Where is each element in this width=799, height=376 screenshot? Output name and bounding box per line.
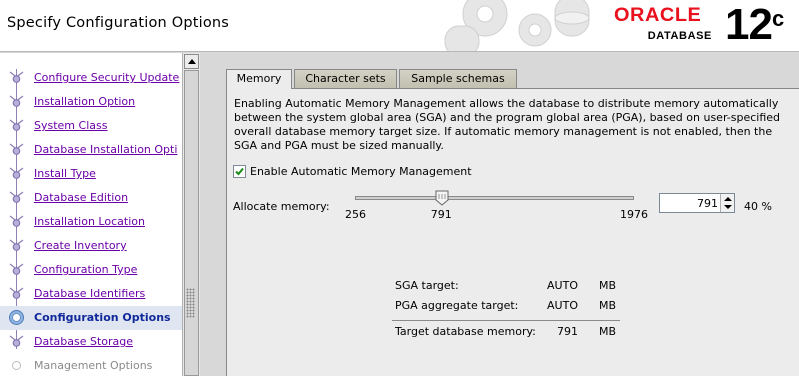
sidebar-item-label: Configuration Options (34, 311, 171, 324)
tab-sample-schemas[interactable]: Sample schemas (399, 69, 517, 88)
sidebar-item[interactable]: Database Identifiers (0, 282, 182, 306)
sga-label: SGA target: (395, 279, 459, 292)
slider-value-label: 791 (430, 208, 452, 221)
sidebar-item: Management Options (0, 354, 182, 376)
sidebar-item[interactable]: Configuration Options (0, 306, 182, 330)
pga-label: PGA aggregate target: (395, 299, 519, 312)
slider-max-label: 1976 (620, 208, 648, 221)
sidebar-item[interactable]: Install Type (0, 162, 182, 186)
completed-step-icon (9, 191, 24, 203)
completed-step-icon (9, 71, 24, 83)
pga-value: AUTO (547, 299, 578, 312)
scrollbar-thumb[interactable] (184, 70, 199, 376)
sidebar-item-label: Installation Location (34, 215, 145, 228)
oracle-wordmark: ORACLE (614, 5, 702, 26)
slider-min-label: 256 (345, 208, 366, 221)
memory-description: Enabling Automatic Memory Management all… (234, 97, 780, 152)
sidebar-item-label: Configure Security Update (34, 71, 180, 84)
tab-character-sets[interactable]: Character sets (294, 69, 397, 88)
sidebar-item[interactable]: System Class (0, 114, 182, 138)
summary-row-total: Target database memory: 791 MB (392, 325, 622, 339)
total-value: 791 (557, 325, 578, 338)
enable-amm-checkbox[interactable] (233, 165, 246, 178)
spinner-buttons (720, 194, 734, 212)
total-unit: MB (599, 325, 617, 338)
sga-value: AUTO (547, 279, 578, 292)
page-title: Specify Configuration Options (7, 15, 230, 31)
sidebar-item[interactable]: Database Storage (0, 330, 182, 354)
sidebar-item[interactable]: Database Edition (0, 186, 182, 210)
memory-spinner-value[interactable]: 791 (660, 197, 718, 210)
completed-step-icon (9, 167, 24, 179)
allocate-memory-label: Allocate memory: (233, 200, 330, 213)
summary-row-pga: PGA aggregate target: AUTO MB (392, 299, 622, 313)
summary-row-sga: SGA target: AUTO MB (392, 279, 622, 293)
sidebar-item-label: Database Storage (34, 335, 134, 348)
completed-step-icon (9, 263, 24, 275)
scroll-up-arrow-icon[interactable] (184, 54, 199, 69)
completed-step-icon (9, 239, 24, 251)
spinner-up-icon[interactable] (724, 197, 732, 201)
tab-sample-schemas-label: Sample schemas (411, 72, 505, 85)
total-label: Target database memory: (395, 325, 536, 338)
wizard-steps-nav: Configure Security Update Installation Op… (0, 53, 182, 376)
oracle-logo: ORACLE DATABASE (614, 6, 718, 43)
header-banner: Specify Configuration Options ORACLE DAT… (0, 0, 799, 52)
summary-divider (392, 320, 620, 321)
completed-step-icon (9, 215, 24, 227)
version-number: 12 (725, 0, 773, 49)
memory-percent: 40 % (744, 200, 772, 213)
completed-step-icon (9, 287, 24, 299)
version-suffix: c (771, 6, 785, 31)
sidebar-item-label: System Class (34, 119, 108, 132)
main-panel: Memory Character sets Sample schemas Ena… (201, 53, 799, 376)
sidebar-item-label: Create Inventory (34, 239, 127, 252)
sidebar-item[interactable]: Installation Option (0, 90, 182, 114)
pending-step-icon (12, 361, 21, 370)
gears-graphic-icon (444, 0, 590, 51)
sidebar-item[interactable]: Configure Security Update (0, 66, 182, 90)
sidebar-item[interactable]: Database Installation Opti (0, 138, 182, 162)
tab-character-sets-label: Character sets (305, 72, 386, 85)
tab-memory-label: Memory (236, 72, 282, 85)
memory-spinner[interactable]: 791 (659, 193, 735, 213)
memory-tab-content: Enabling Automatic Memory Management all… (226, 88, 799, 376)
sidebar-item-label: Database Identifiers (34, 287, 146, 300)
completed-step-icon (9, 95, 24, 107)
completed-step-icon (9, 119, 24, 131)
sidebar-item-label: Configuration Type (34, 263, 138, 276)
sidebar-item-label: Install Type (34, 167, 96, 180)
pga-unit: MB (599, 299, 617, 312)
sidebar-item-label: Management Options (34, 359, 153, 372)
completed-step-icon (9, 143, 24, 155)
completed-step-icon (9, 335, 24, 347)
memory-slider-track[interactable] (355, 196, 634, 200)
database-wordmark: DATABASE (647, 30, 712, 42)
sidebar-item[interactable]: Installation Location (0, 210, 182, 234)
memory-slider-thumb[interactable] (435, 190, 449, 206)
checkmark-icon (235, 167, 244, 176)
version-badge: 12c (725, 1, 784, 49)
tab-memory[interactable]: Memory (226, 69, 292, 89)
current-step-icon (9, 310, 24, 325)
enable-amm-label: Enable Automatic Memory Management (250, 165, 472, 178)
sga-unit: MB (599, 279, 617, 292)
sidebar-item-label: Database Edition (34, 191, 129, 204)
sidebar-item-label: Database Installation Opti (34, 143, 178, 156)
scrollbar-grip-icon (186, 288, 195, 318)
spinner-down-icon[interactable] (724, 205, 732, 209)
nav-scrollbar[interactable] (182, 53, 200, 376)
sidebar-item[interactable]: Configuration Type (0, 258, 182, 282)
sidebar-item-label: Installation Option (34, 95, 136, 108)
sidebar-item[interactable]: Create Inventory (0, 234, 182, 258)
